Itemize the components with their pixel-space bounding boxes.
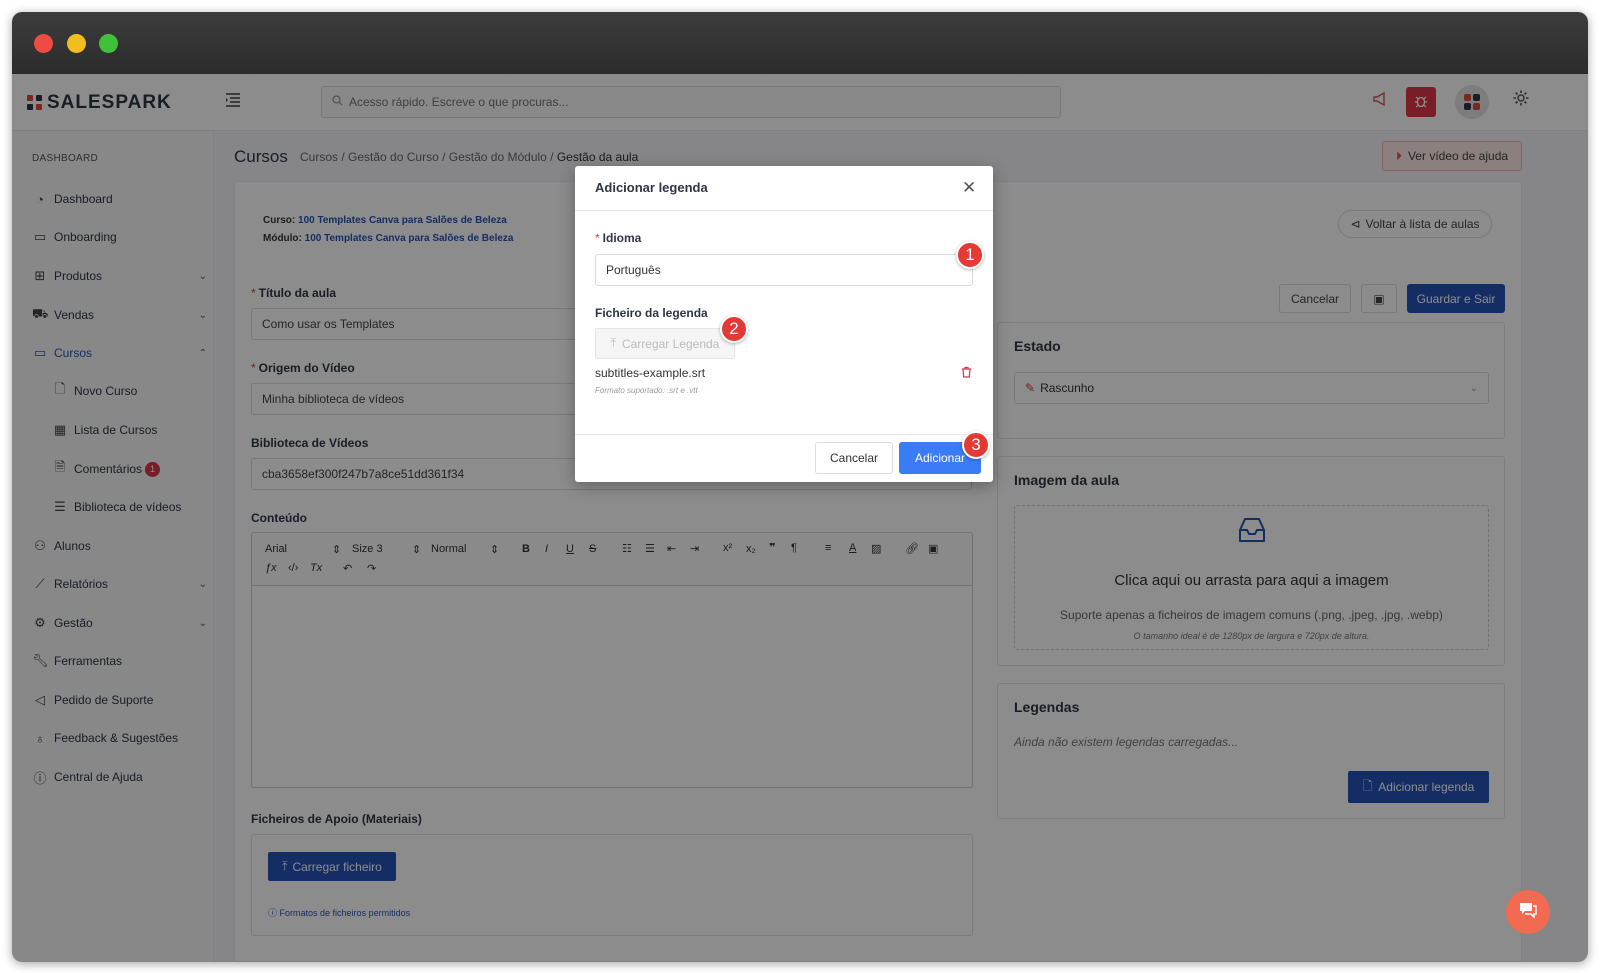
modal-cancel-button[interactable]: Cancelar xyxy=(815,442,893,474)
step-marker-3: 3 xyxy=(962,431,990,459)
upload-icon: ⤒ xyxy=(610,336,616,350)
app-window: SALESPARK Acesso rápido. Escreve o que p… xyxy=(12,12,1588,962)
maximize-window-button[interactable] xyxy=(99,34,118,53)
subtitle-file-name: subtitles-example.srt xyxy=(595,366,706,380)
upload-subtitle-button[interactable]: ⤒ Carregar Legenda xyxy=(595,328,735,359)
language-label: * Idioma xyxy=(595,231,642,245)
step-marker-1: 1 xyxy=(956,241,984,269)
add-subtitle-modal: Adicionar legenda ✕ * Idioma Português Fi… xyxy=(575,166,993,482)
chat-button[interactable] xyxy=(1506,890,1550,934)
step-marker-2: 2 xyxy=(720,315,748,343)
upload-subtitle-label: Carregar Legenda xyxy=(621,336,720,351)
supported-formats-text: Formato suportado: .srt e .vtt xyxy=(595,386,698,395)
close-icon[interactable]: ✕ xyxy=(962,178,976,198)
modal-header: Adicionar legenda ✕ xyxy=(575,166,993,211)
chat-icon xyxy=(1518,901,1538,924)
modal-title: Adicionar legenda xyxy=(595,180,708,195)
app: SALESPARK Acesso rápido. Escreve o que p… xyxy=(12,74,1588,962)
close-window-button[interactable] xyxy=(34,34,53,53)
title-bar xyxy=(12,12,1588,74)
minimize-window-button[interactable] xyxy=(67,34,86,53)
subtitle-file-label: Ficheiro da legenda xyxy=(595,306,708,320)
trash-icon[interactable] xyxy=(961,366,972,381)
language-select[interactable]: Português xyxy=(595,254,973,286)
label-text: Idioma xyxy=(602,231,642,245)
